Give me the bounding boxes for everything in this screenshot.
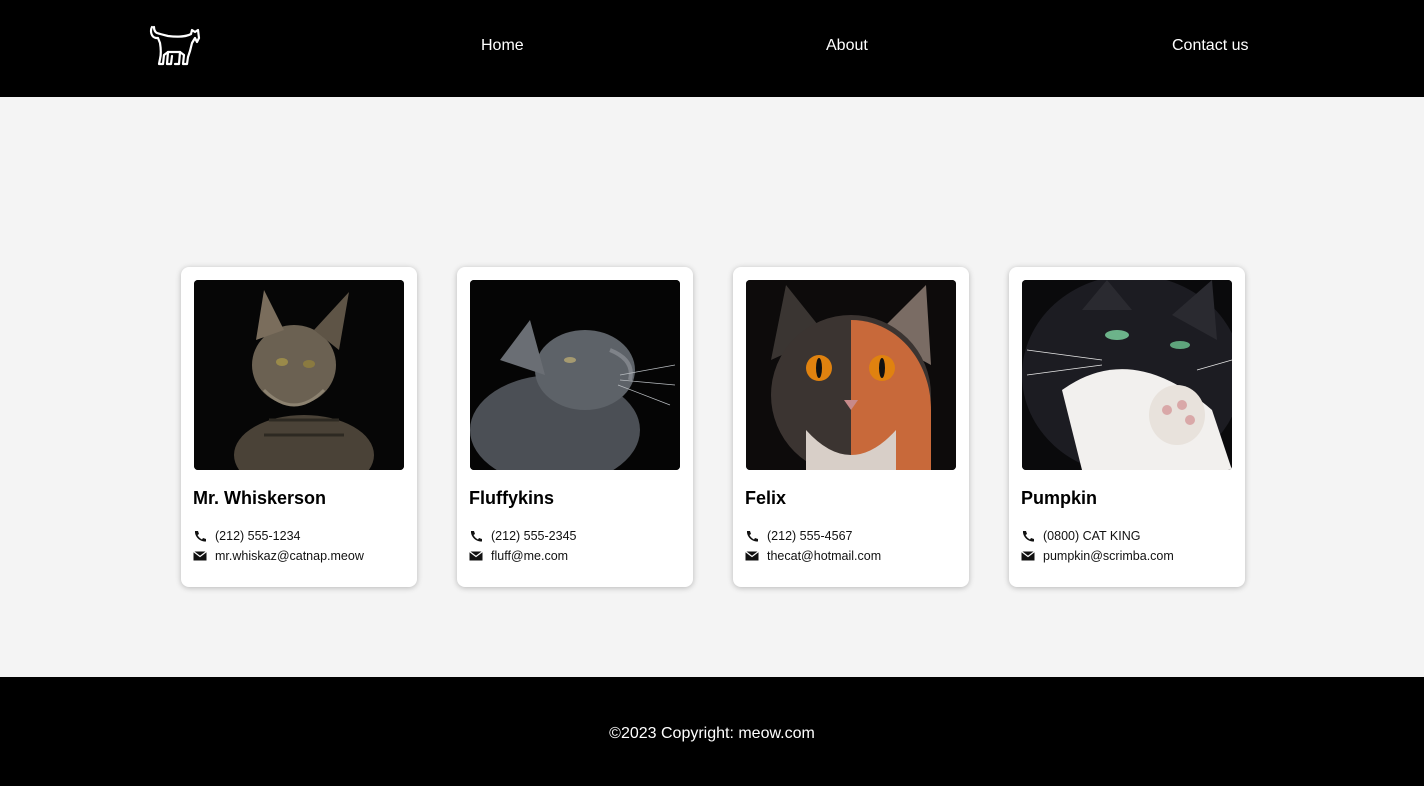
- cat-card: Mr. Whiskerson (212) 555-1234 mr.whiskaz…: [181, 267, 417, 587]
- phone-icon: [193, 530, 207, 542]
- cat-name: Fluffykins: [469, 488, 555, 508]
- phone-row: (0800) CAT KING: [1021, 528, 1141, 544]
- email-row: pumpkin@scrimba.com: [1021, 548, 1174, 564]
- nav-link-contact[interactable]: Contact us: [1172, 36, 1248, 56]
- envelope-icon: [1021, 550, 1035, 562]
- nav-link-home[interactable]: Home: [481, 36, 524, 56]
- phone-icon: [745, 530, 759, 542]
- cat-name: Mr. Whiskerson: [193, 488, 327, 508]
- email-address[interactable]: thecat@hotmail.com: [767, 548, 881, 564]
- phone-number: (212) 555-4567: [767, 529, 853, 543]
- site-header: Home About Contact us: [0, 0, 1424, 97]
- email-row: thecat@hotmail.com: [745, 548, 881, 564]
- email-address[interactable]: fluff@me.com: [491, 548, 568, 564]
- envelope-icon: [469, 550, 483, 562]
- email-row: mr.whiskaz@catnap.meow: [193, 548, 364, 564]
- email-address[interactable]: pumpkin@scrimba.com: [1043, 548, 1174, 564]
- phone-icon: [469, 530, 483, 542]
- phone-row: (212) 555-2345: [469, 528, 576, 544]
- site-footer: ©2023 Copyright: meow.com: [0, 677, 1424, 786]
- copyright-text: ©2023 Copyright: meow.com: [609, 725, 815, 742]
- nav-link-about[interactable]: About: [826, 36, 868, 56]
- cat-card: Pumpkin (0800) CAT KING pumpkin@scrimba.…: [1009, 267, 1245, 587]
- cat-photo: [194, 280, 404, 470]
- cat-photo: [470, 280, 680, 470]
- phone-row: (212) 555-4567: [745, 528, 852, 544]
- email-address[interactable]: mr.whiskaz@catnap.meow: [215, 548, 364, 564]
- cat-photo: [746, 280, 956, 470]
- envelope-icon: [745, 550, 759, 562]
- phone-number: (212) 555-2345: [491, 529, 577, 543]
- cat-name: Pumpkin: [1021, 488, 1098, 508]
- cat-card: Fluffykins (212) 555-2345 fluff@me.com: [457, 267, 693, 587]
- phone-number: (212) 555-1234: [215, 529, 301, 543]
- email-row: fluff@me.com: [469, 548, 568, 564]
- cat-photo: [1022, 280, 1232, 470]
- phone-row: (212) 555-1234: [193, 528, 300, 544]
- phone-icon: [1021, 530, 1035, 542]
- phone-number: (0800) CAT KING: [1043, 529, 1141, 543]
- main-content: Mr. Whiskerson (212) 555-1234 mr.whiskaz…: [0, 97, 1424, 677]
- envelope-icon: [193, 550, 207, 562]
- cat-name: Felix: [745, 488, 787, 508]
- cat-card: Felix (212) 555-4567 thecat@hotmail.com: [733, 267, 969, 587]
- cat-logo-icon[interactable]: [148, 21, 202, 67]
